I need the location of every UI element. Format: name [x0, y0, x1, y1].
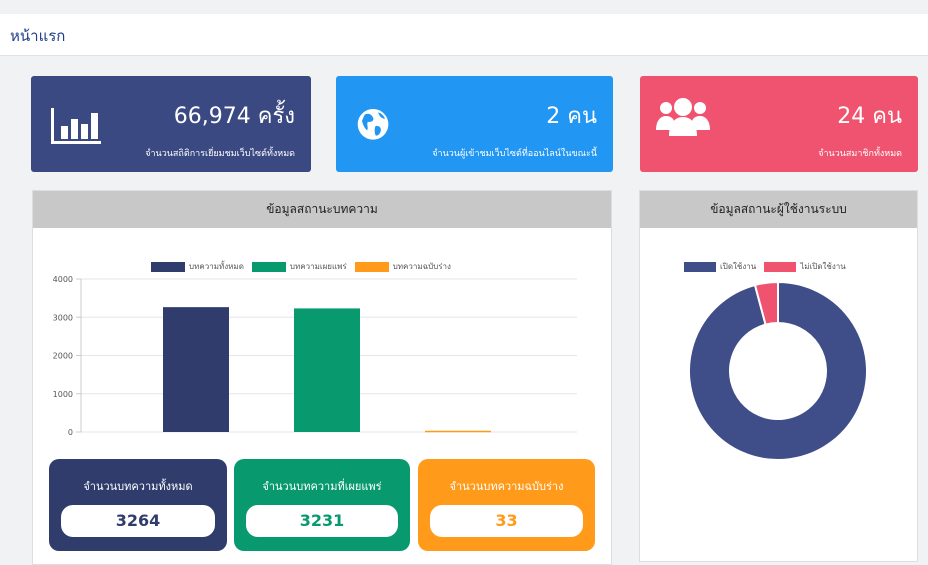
page-header: หน้าแรก [0, 14, 928, 56]
article-bar-chart: 0 1000 2000 3000 4000 [53, 275, 577, 437]
bar[interactable] [294, 308, 360, 432]
y-tick-label: 2000 [53, 352, 73, 361]
stat-value: 2 คน [546, 104, 597, 129]
bar-chart-icon [51, 108, 101, 144]
legend-item[interactable]: เปิดใช้งาน [684, 260, 756, 273]
page-title: หน้าแรก [10, 27, 66, 45]
legend-label: ไม่เปิดใช้งาน [800, 262, 846, 271]
legend-swatch [684, 261, 716, 272]
panel-title: ข้อมูลสถานะบทความ [33, 191, 611, 228]
bar[interactable] [425, 430, 491, 433]
counter-value: 3231 [246, 505, 398, 537]
stat-value: 24 คน [837, 104, 902, 129]
legend-item[interactable]: ไม่เปิดใช้งาน [764, 260, 846, 273]
counter-label: จำนวนบทความที่เผยแพร่ [262, 480, 382, 493]
legend-label: เปิดใช้งาน [720, 262, 757, 271]
counter-total-articles: จำนวนบทความทั้งหมด 3264 [49, 459, 227, 551]
stat-card-online: 2 คน จำนวนผู้เข้าชมเว็บไซต์ที่ออนไลน์ในข… [336, 76, 613, 172]
users-icon [656, 98, 710, 136]
stat-card-visits: 66,974 ครั้ง จำนวนสถิติการเยี่ยมชมเว็บไซ… [31, 76, 311, 172]
panel-title: ข้อมูลสถานะผู้ใช้งานระบบ [640, 191, 917, 228]
counter-draft-articles: จำนวนบทความฉบับร่าง 33 [418, 459, 595, 551]
stat-label: จำนวนสมาชิกทั้งหมด [818, 149, 902, 159]
counter-published-articles: จำนวนบทความที่เผยแพร่ 3231 [234, 459, 410, 551]
stat-label: จำนวนผู้เข้าชมเว็บไซต์ที่ออนไลน์ในขณะนี้ [432, 149, 597, 159]
bar[interactable] [163, 307, 229, 432]
y-tick-label: 3000 [53, 313, 73, 322]
stat-label: จำนวนสถิติการเยี่ยมชมเว็บไซต์ทั้งหมด [145, 149, 295, 159]
y-tick-label: 4000 [53, 275, 73, 284]
y-tick-label: 1000 [53, 390, 73, 399]
user-doughnut-chart [688, 281, 868, 461]
y-tick-label: 0 [68, 428, 73, 437]
stat-value: 66,974 ครั้ง [173, 104, 295, 129]
counter-value: 3264 [61, 505, 215, 537]
stat-card-members: 24 คน จำนวนสมาชิกทั้งหมด [640, 76, 918, 172]
legend-swatch [764, 261, 797, 272]
doughnut-legend: เปิดใช้งาน ไม่เปิดใช้งาน [684, 260, 846, 273]
globe-icon [357, 108, 389, 140]
counter-label: จำนวนบทความฉบับร่าง [449, 480, 564, 493]
counter-value: 33 [430, 505, 583, 537]
counter-label: จำนวนบทความทั้งหมด [83, 480, 193, 493]
